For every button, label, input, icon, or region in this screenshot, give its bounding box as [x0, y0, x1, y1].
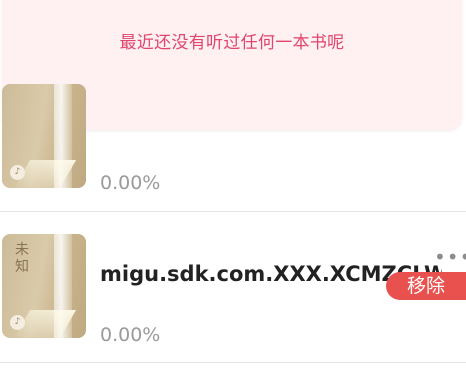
progress-text: 0.00% — [100, 324, 161, 346]
cover-title: 未知 — [15, 242, 29, 275]
list-item[interactable]: 未知 ♪ migu.sdk.com.XXX.XCMZCLWZ ••• 移除 0.… — [0, 212, 466, 362]
more-dots-icon[interactable]: ••• — [434, 247, 466, 267]
remove-button[interactable]: 移除 — [386, 272, 466, 300]
book-cover: ♪ — [2, 84, 86, 188]
divider — [0, 362, 466, 363]
progress-text: 0.00% — [100, 172, 161, 194]
empty-state-message: 最近还没有听过任何一本书呢 — [119, 33, 345, 53]
publisher-logo-icon: ♪ — [10, 315, 25, 330]
list-item[interactable]: ♪ 0.00% — [0, 84, 466, 212]
publisher-logo-icon: ♪ — [10, 165, 25, 180]
book-cover: 未知 ♪ — [2, 234, 86, 338]
